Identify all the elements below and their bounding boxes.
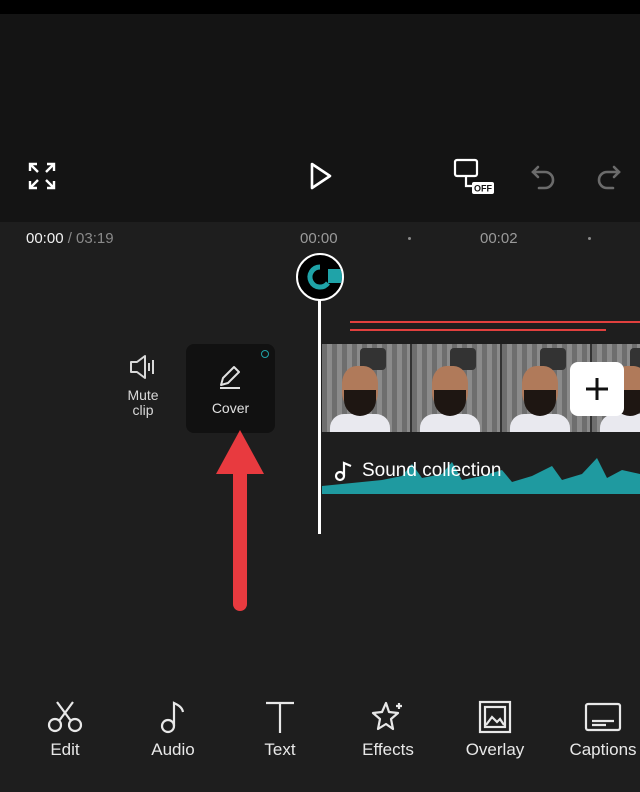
toolbar-label: Overlay	[465, 740, 525, 759]
add-clip-button[interactable]	[570, 362, 624, 416]
status-bar	[0, 0, 640, 14]
fullscreen-icon[interactable]	[24, 158, 60, 194]
clip-thumbnail	[412, 344, 502, 432]
tick-dot	[588, 237, 591, 240]
toolbar-label: Audio	[151, 740, 195, 759]
toolbar-overlay[interactable]: Overlay	[450, 700, 540, 760]
speaker-icon	[130, 355, 154, 379]
toolbar-label: Edit	[50, 740, 80, 759]
playhead-line[interactable]	[318, 272, 321, 534]
keyframe-off-icon[interactable]: OFF	[452, 156, 496, 196]
undo-icon[interactable]	[526, 158, 562, 194]
play-icon[interactable]	[302, 158, 338, 194]
track-marker-line	[350, 321, 640, 323]
sparkle-star-icon	[371, 701, 402, 731]
toolbar-edit[interactable]: Edit	[20, 700, 110, 760]
toolbar-text[interactable]: Text	[235, 700, 325, 760]
clip-thumbnail	[322, 344, 412, 432]
capcut-logo-icon	[307, 264, 342, 290]
audio-track-label: Sound collection	[362, 460, 502, 481]
audio-track[interactable]: Sound collection	[322, 446, 640, 494]
playhead-handle[interactable]	[296, 253, 344, 301]
plus-icon	[586, 378, 608, 400]
toolbar-label: Text	[264, 740, 296, 759]
tick-dot	[408, 237, 411, 240]
redo-icon[interactable]	[590, 158, 626, 194]
toolbar-effects[interactable]: Effects	[343, 700, 433, 760]
cover-label: Cover	[211, 400, 250, 416]
captions-icon	[584, 702, 622, 732]
toolbar-label: Effects	[362, 740, 414, 759]
mute-clip-button[interactable]: Mute clip	[112, 352, 174, 418]
scissors-icon	[47, 701, 83, 733]
overlay-icon	[478, 700, 512, 734]
pencil-icon	[220, 366, 240, 389]
time-readout: 00:00 / 03:19	[26, 230, 114, 247]
mute-clip-label: Mute clip	[127, 387, 159, 418]
text-icon	[266, 701, 294, 733]
cover-button[interactable]: Cover	[186, 344, 275, 433]
music-note-icon	[160, 701, 185, 734]
track-marker-line	[350, 329, 606, 331]
toolbar-label: Captions	[569, 740, 637, 759]
tick-label: 00:02	[480, 230, 518, 247]
red-arrow-annotation	[216, 430, 264, 611]
tick-label: 00:00	[300, 230, 338, 247]
toolbar-audio[interactable]: Audio	[128, 700, 218, 760]
current-time: 00:00	[26, 230, 64, 247]
toolbar-captions[interactable]: Captions	[558, 700, 640, 760]
music-note-icon	[334, 461, 352, 482]
svg-text:OFF: OFF	[474, 184, 492, 194]
total-time: / 03:19	[67, 230, 114, 247]
indicator-dot	[261, 350, 269, 358]
